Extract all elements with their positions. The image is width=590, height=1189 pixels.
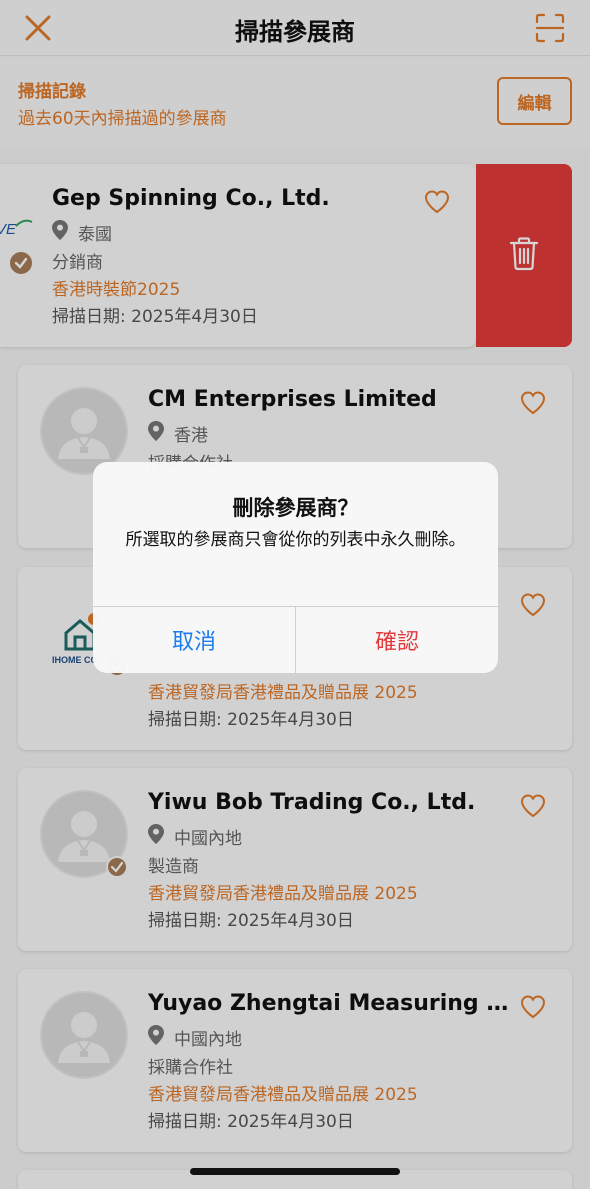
- dialog-message: 所選取的參展商只會從你的列表中永久刪除。: [125, 530, 466, 550]
- confirm-button[interactable]: 確認: [296, 607, 498, 673]
- home-indicator[interactable]: [190, 1168, 400, 1175]
- delete-confirm-dialog: 刪除參展商？ 所選取的參展商只會從你的列表中永久刪除。 取消 確認: [93, 462, 498, 673]
- dialog-title: 刪除參展商？: [232, 496, 359, 520]
- cancel-button[interactable]: 取消: [93, 607, 295, 673]
